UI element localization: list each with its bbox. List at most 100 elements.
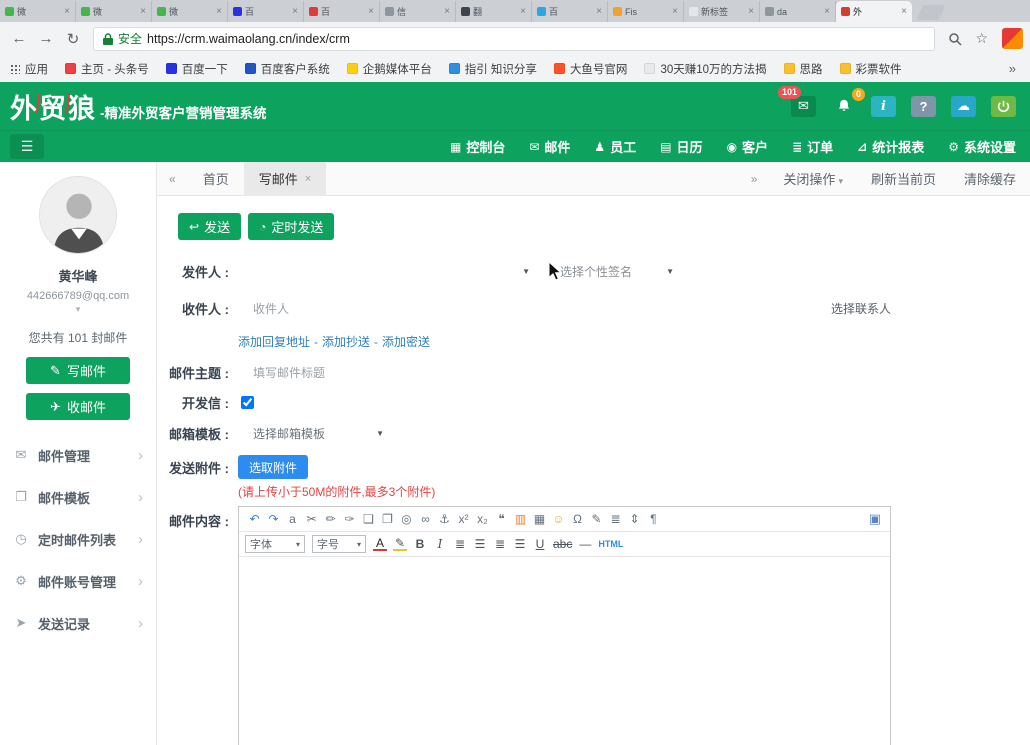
tab-close-icon[interactable]: × xyxy=(748,6,754,17)
subject-input[interactable]: 填写邮件标题 xyxy=(238,364,325,381)
tab-close-icon[interactable]: × xyxy=(64,6,70,17)
scheduled-send-button[interactable]: ◔ 定时发送 xyxy=(248,213,334,240)
bookmark-star-icon[interactable]: ☆ xyxy=(970,30,993,47)
to-input[interactable]: 收件人 xyxy=(238,300,289,317)
menu-toggle-button[interactable]: ☰ xyxy=(10,134,44,159)
forward-button[interactable]: → xyxy=(34,30,58,47)
send-button[interactable]: ↩ 发送 xyxy=(178,213,241,240)
editor-toolbar-icon[interactable]: ✂ xyxy=(302,512,321,526)
editor-format-icon[interactable]: B xyxy=(413,537,427,551)
sidebar-menu-item[interactable]: ➤ 发送记录 › xyxy=(0,602,156,644)
editor-toolbar-icon[interactable]: ⚓ xyxy=(435,512,454,526)
clear-cache-button[interactable]: 清除缓存 xyxy=(950,169,1030,188)
browser-tab[interactable]: 翻 × xyxy=(456,1,532,22)
search-icon[interactable] xyxy=(943,32,967,46)
editor-toolbar-icon[interactable]: ▥ xyxy=(511,512,530,526)
address-bar[interactable]: 安全 https://crm.waimaolang.cn/index/crm xyxy=(93,27,935,51)
nav-item[interactable]: ▦ 控制台 xyxy=(450,137,505,156)
write-mail-button[interactable]: ✎ 写邮件 xyxy=(26,357,130,384)
new-tab-button[interactable] xyxy=(917,5,946,20)
editor-toolbar-icon[interactable]: ∞ xyxy=(416,512,435,526)
close-operations-dropdown[interactable]: 关闭操作▾ xyxy=(769,169,857,188)
logout-button[interactable] xyxy=(991,96,1016,117)
notifications-button[interactable]: 0 xyxy=(831,96,856,117)
editor-format-icon[interactable]: ✎ xyxy=(393,537,407,551)
nav-item[interactable]: ✉ 邮件 xyxy=(529,137,570,156)
browser-tab[interactable]: 微 × xyxy=(152,1,228,22)
tab-compose[interactable]: 写邮件 × xyxy=(244,162,326,196)
editor-toolbar-icon[interactable]: ▦ xyxy=(530,512,549,526)
bookmark-item[interactable]: 企鹅媒体平台 xyxy=(347,61,432,77)
sidebar-menu-item[interactable]: ❐ 邮件模板 › xyxy=(0,476,156,518)
sidebar-menu-item[interactable]: ◷ 定时邮件列表 › xyxy=(0,518,156,560)
editor-toolbar-icon[interactable]: x₂ xyxy=(473,512,492,526)
bookmark-item[interactable]: 百度客户系统 xyxy=(245,61,330,77)
bookmark-item[interactable]: 彩票软件 xyxy=(840,61,902,77)
tab-close-icon[interactable]: × xyxy=(901,6,907,17)
browser-tab[interactable]: 百 × xyxy=(532,1,608,22)
editor-format-icon[interactable]: ≣ xyxy=(493,537,507,551)
editor-toolbar-icon[interactable]: ✎ xyxy=(587,512,606,526)
editor-content-area[interactable] xyxy=(239,557,890,745)
browser-tab[interactable]: 外 × xyxy=(836,1,912,22)
add-reply-address-link[interactable]: 添加回复地址 xyxy=(238,333,310,350)
nav-item[interactable]: ◉ 客户 xyxy=(727,137,769,156)
editor-format-icon[interactable]: I xyxy=(433,537,447,551)
dev-letter-checkbox[interactable] xyxy=(241,396,254,409)
bookmarks-overflow-icon[interactable]: » xyxy=(1009,61,1020,76)
nav-item[interactable]: ♟ 员工 xyxy=(594,137,636,156)
editor-toolbar-icon[interactable]: ↷ xyxy=(264,512,283,526)
editor-format-icon[interactable]: abc xyxy=(553,537,572,551)
add-cc-link[interactable]: 添加抄送 xyxy=(322,333,370,350)
editor-format-icon[interactable]: ☰ xyxy=(473,537,487,551)
editor-toolbar-icon[interactable]: ❏ xyxy=(359,512,378,526)
apps-shortcut[interactable]: 应用 xyxy=(10,61,48,77)
browser-tab[interactable]: da × xyxy=(760,1,836,22)
tab-close-icon[interactable]: × xyxy=(824,6,830,17)
editor-format-icon[interactable]: ≣ xyxy=(453,537,467,551)
browser-tab[interactable]: 百 × xyxy=(304,1,380,22)
choose-attachment-button[interactable]: 选取附件 xyxy=(238,455,308,479)
bookmark-item[interactable]: 指引 知识分享 xyxy=(449,61,537,77)
sidebar-menu-item[interactable]: ✉ 邮件管理 › xyxy=(0,434,156,476)
nav-item[interactable]: ⊿ 统计报表 xyxy=(857,137,924,156)
bookmark-item[interactable]: 思路 xyxy=(784,61,823,77)
cloud-button[interactable]: ☁ xyxy=(951,96,976,117)
editor-toolbar-icon[interactable]: ↶ xyxy=(245,512,264,526)
editor-toolbar-icon[interactable]: ❐ xyxy=(378,512,397,526)
editor-toolbar-icon[interactable]: ☺ xyxy=(549,512,568,526)
font-family-select[interactable]: 字体 ▾ xyxy=(245,535,305,553)
editor-toolbar-icon[interactable]: a xyxy=(283,512,302,526)
editor-toolbar-icon[interactable]: ◎ xyxy=(397,512,416,526)
info-button[interactable]: i xyxy=(871,96,896,117)
editor-format-icon[interactable]: U xyxy=(533,537,547,551)
browser-tab[interactable]: 微 × xyxy=(0,1,76,22)
back-button[interactable]: ← xyxy=(7,30,31,47)
editor-toolbar-icon[interactable]: x² xyxy=(454,512,473,526)
avatar[interactable] xyxy=(39,176,117,254)
tab-close-icon[interactable]: × xyxy=(444,6,450,17)
tab-close-icon[interactable]: × xyxy=(520,6,526,17)
browser-tab[interactable]: Fis × xyxy=(608,1,684,22)
editor-toolbar-icon[interactable]: ✑ xyxy=(340,512,359,526)
tab-close-icon[interactable]: × xyxy=(672,6,678,17)
nav-item[interactable]: ⚙ 系统设置 xyxy=(948,137,1016,156)
bookmark-item[interactable]: 主页 - 头条号 xyxy=(65,61,149,77)
browser-tab[interactable]: 百 × xyxy=(228,1,304,22)
nav-item[interactable]: ≣ 订单 xyxy=(792,137,833,156)
template-select[interactable]: 选择邮箱模板 ▼ xyxy=(238,425,384,442)
tab-close-icon[interactable]: × xyxy=(216,6,222,17)
editor-toolbar-icon[interactable]: ⇕ xyxy=(625,512,644,526)
editor-format-icon[interactable]: ☰ xyxy=(513,537,527,551)
tab-close-icon[interactable]: × xyxy=(596,6,602,17)
messages-button[interactable]: 101 ✉ xyxy=(791,96,816,117)
editor-format-icon[interactable]: HTML xyxy=(598,539,623,549)
select-contacts-link[interactable]: 选择联系人 xyxy=(831,300,891,317)
tabs-expand-icon[interactable]: » xyxy=(739,172,770,186)
editor-toolbar-icon[interactable]: Ω xyxy=(568,512,587,526)
help-button[interactable]: ? xyxy=(911,96,936,117)
editor-toolbar-icon[interactable]: ¶ xyxy=(644,512,663,526)
nav-item[interactable]: ▤ 日历 xyxy=(660,137,702,156)
editor-format-icon[interactable]: A xyxy=(373,537,387,551)
bookmark-item[interactable]: 百度一下 xyxy=(166,61,228,77)
